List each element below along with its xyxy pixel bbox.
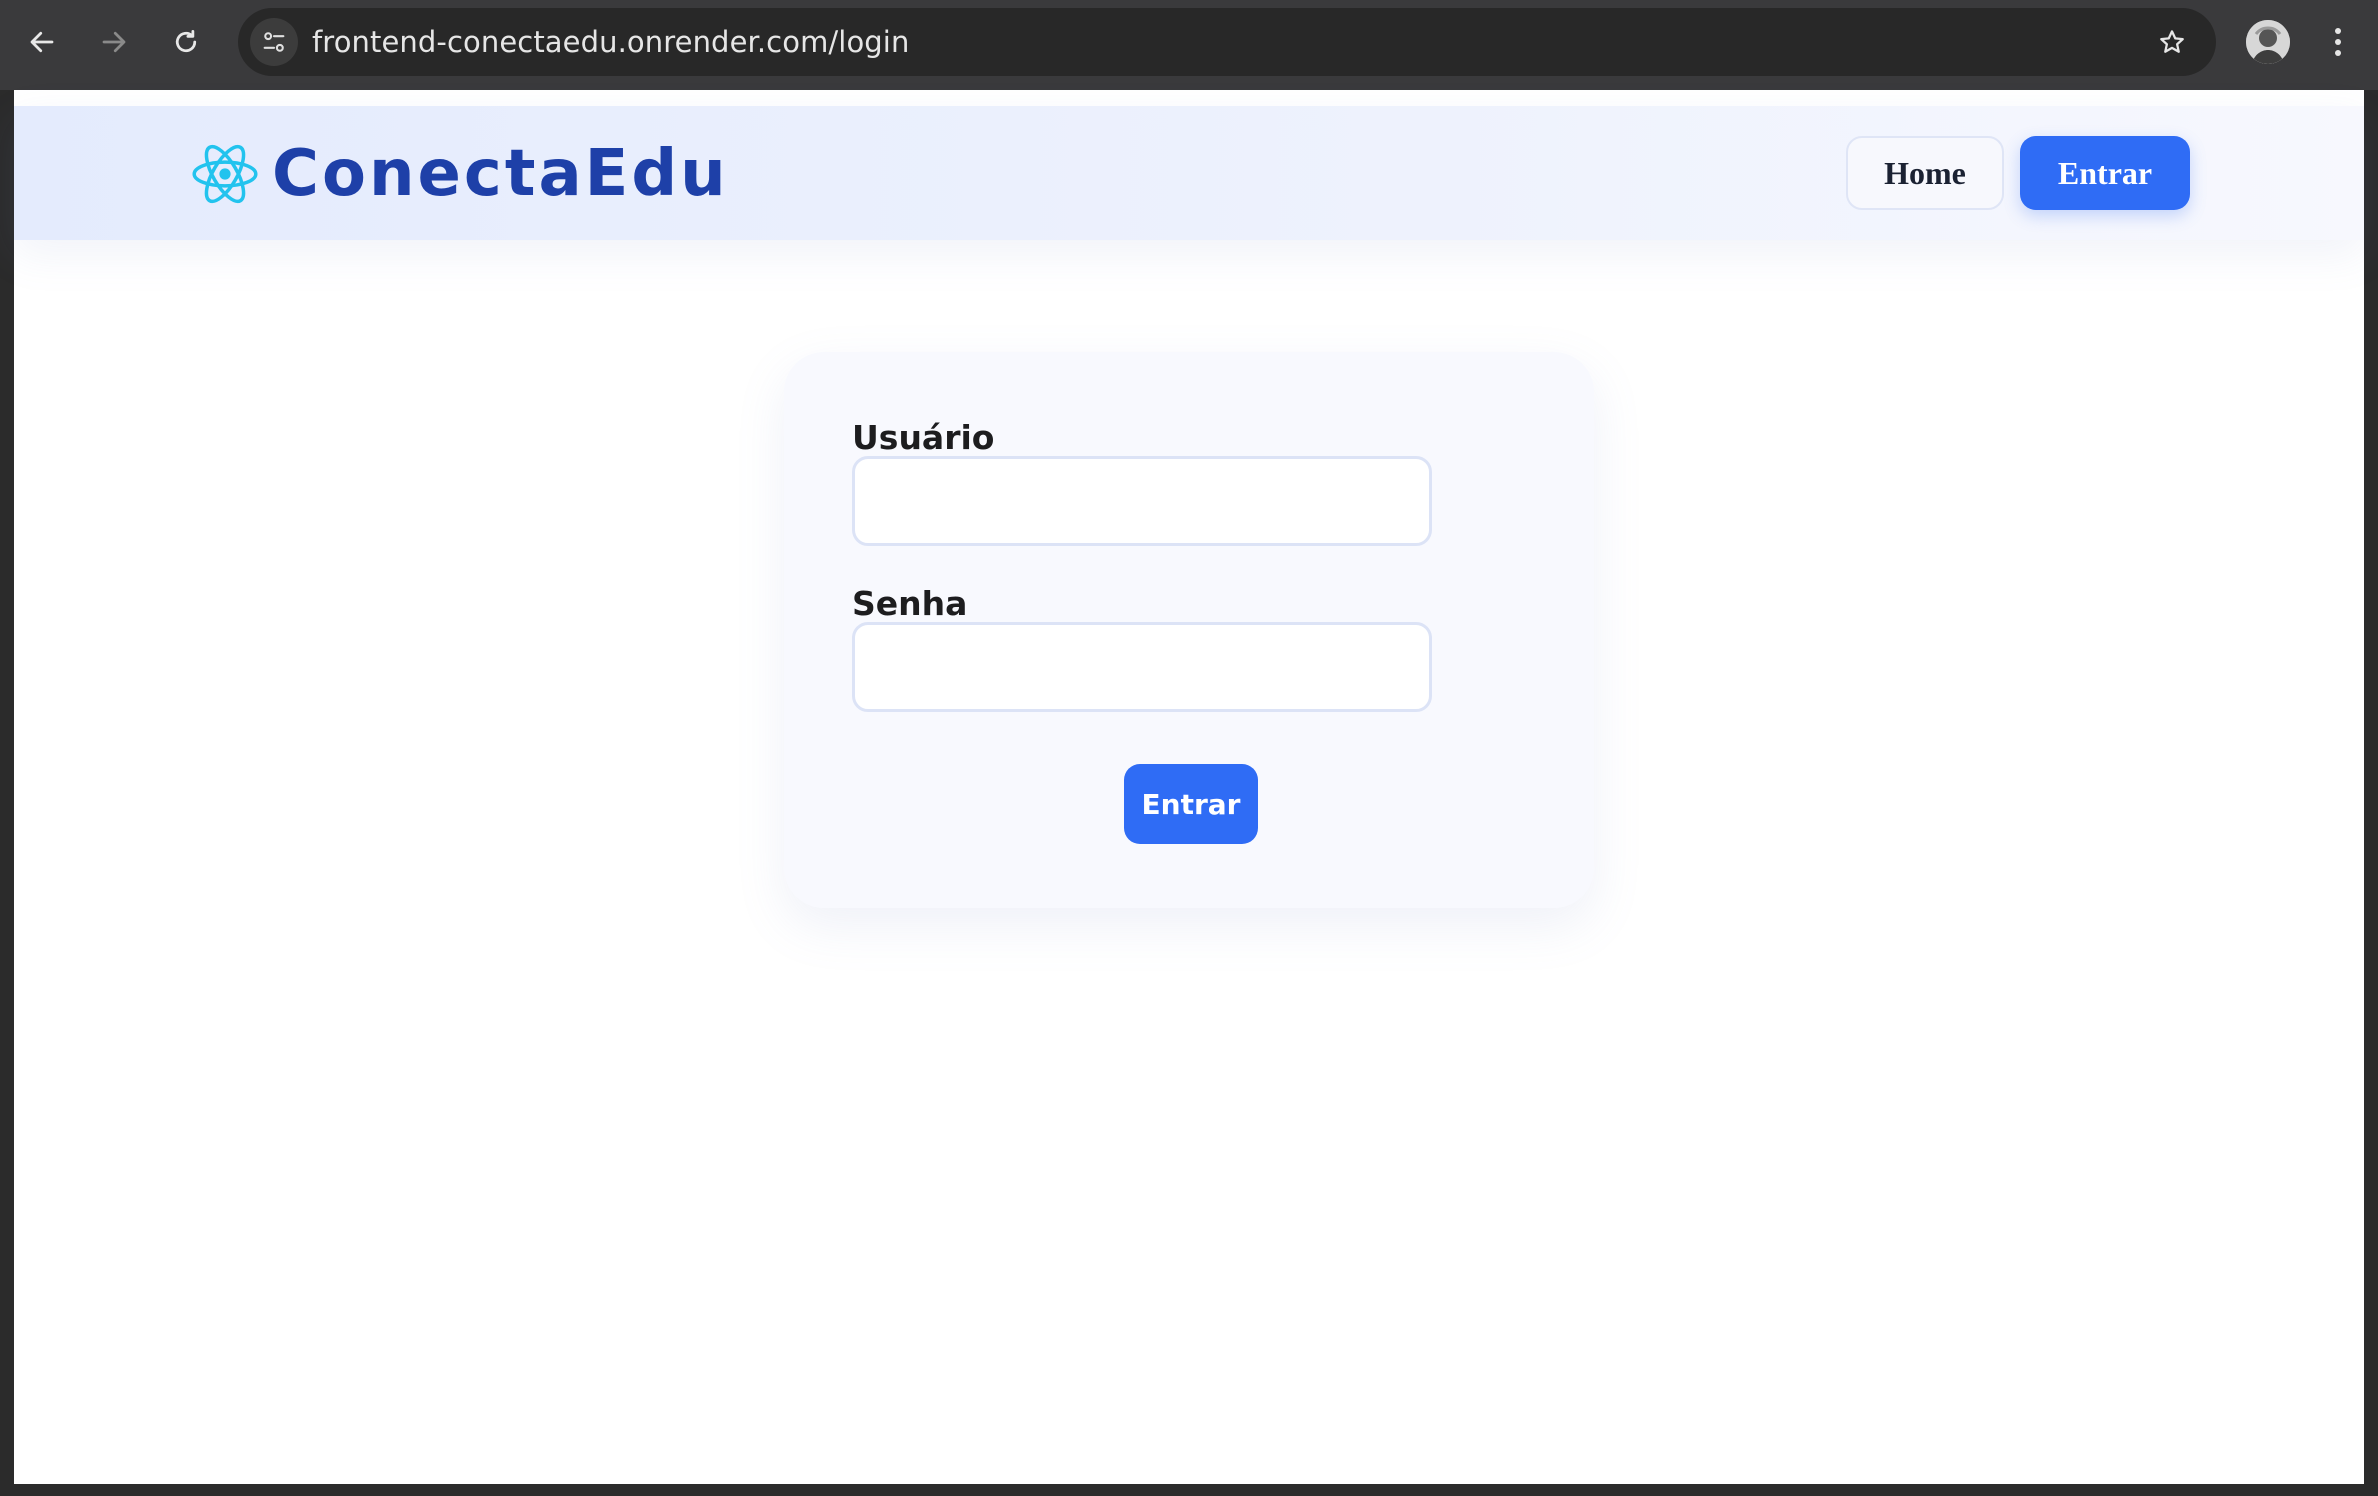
address-bar[interactable]: frontend-conectaedu.onrender.com/login: [238, 8, 2216, 76]
brand-name: ConectaEdu: [272, 137, 729, 211]
profile-avatar[interactable]: [2246, 20, 2290, 64]
window-border-bottom: [0, 1484, 2378, 1496]
password-input[interactable]: [852, 622, 1432, 712]
url-text[interactable]: frontend-conectaedu.onrender.com/login: [312, 8, 909, 76]
site-header: ConectaEdu Home Entrar: [14, 106, 2364, 240]
reload-icon[interactable]: [162, 18, 210, 66]
header-login-button[interactable]: Entrar: [2020, 136, 2190, 210]
window-border-left: [0, 90, 14, 1496]
login-card: Usuário Senha Entrar: [784, 352, 1594, 908]
atom-icon: [192, 144, 258, 204]
site-settings-icon[interactable]: [250, 18, 298, 66]
browser-toolbar: frontend-conectaedu.onrender.com/login: [0, 0, 2378, 90]
brand[interactable]: ConectaEdu: [190, 134, 729, 214]
more-menu-icon[interactable]: [2318, 18, 2358, 66]
username-input[interactable]: [852, 456, 1432, 546]
password-label: Senha: [852, 584, 968, 623]
window-border-right: [2364, 90, 2378, 1496]
bookmark-star-icon[interactable]: [2148, 18, 2196, 66]
forward-arrow-icon[interactable]: [90, 18, 138, 66]
back-arrow-icon[interactable]: [18, 18, 66, 66]
home-button[interactable]: Home: [1846, 136, 2004, 210]
username-label: Usuário: [852, 418, 995, 457]
login-submit-button[interactable]: Entrar: [1124, 764, 1258, 844]
